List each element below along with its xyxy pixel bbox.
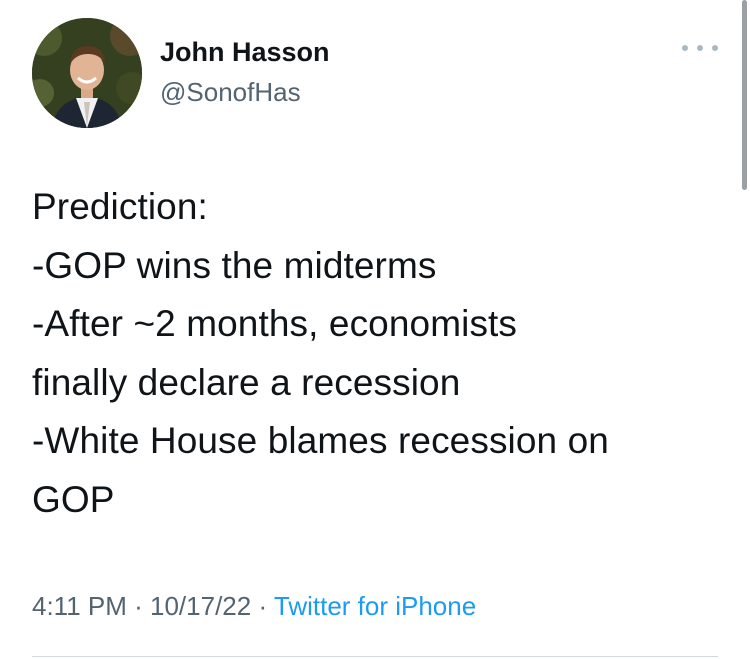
tweet-line: -After ~2 months, economists bbox=[32, 303, 518, 344]
tweet-line: -GOP wins the midterms bbox=[32, 244, 437, 286]
meta-separator: · bbox=[126, 591, 151, 621]
more-horizontal-icon-dot bbox=[697, 45, 703, 51]
more-horizontal-icon-dot bbox=[712, 45, 718, 51]
more-options-button[interactable] bbox=[682, 36, 718, 60]
tweet-line: Prediction: bbox=[32, 186, 208, 227]
scrollbar[interactable] bbox=[742, 0, 747, 190]
more-horizontal-icon bbox=[682, 45, 688, 51]
tweet-line: -White House blames recession on bbox=[32, 420, 609, 461]
meta-separator: · bbox=[251, 591, 274, 621]
tweet-time[interactable]: 4:11 PM bbox=[32, 591, 127, 621]
tweet-metadata: 4:11 PM · 10/17/22 · Twitter for iPhone bbox=[32, 589, 476, 623]
user-handle[interactable]: @SonofHas bbox=[160, 76, 301, 108]
tweet-date[interactable]: 10/17/22 bbox=[150, 591, 251, 621]
tweet-line: finally declare a recession bbox=[32, 361, 461, 403]
tweet-source-link[interactable]: Twitter for iPhone bbox=[274, 591, 476, 621]
divider bbox=[32, 656, 718, 657]
tweet-text: Prediction: -GOP wins the midterms -Afte… bbox=[32, 178, 732, 529]
profile-photo-icon bbox=[32, 18, 142, 128]
avatar[interactable] bbox=[32, 18, 142, 128]
tweet-line: GOP bbox=[32, 478, 115, 520]
display-name[interactable]: John Hasson bbox=[160, 36, 330, 68]
